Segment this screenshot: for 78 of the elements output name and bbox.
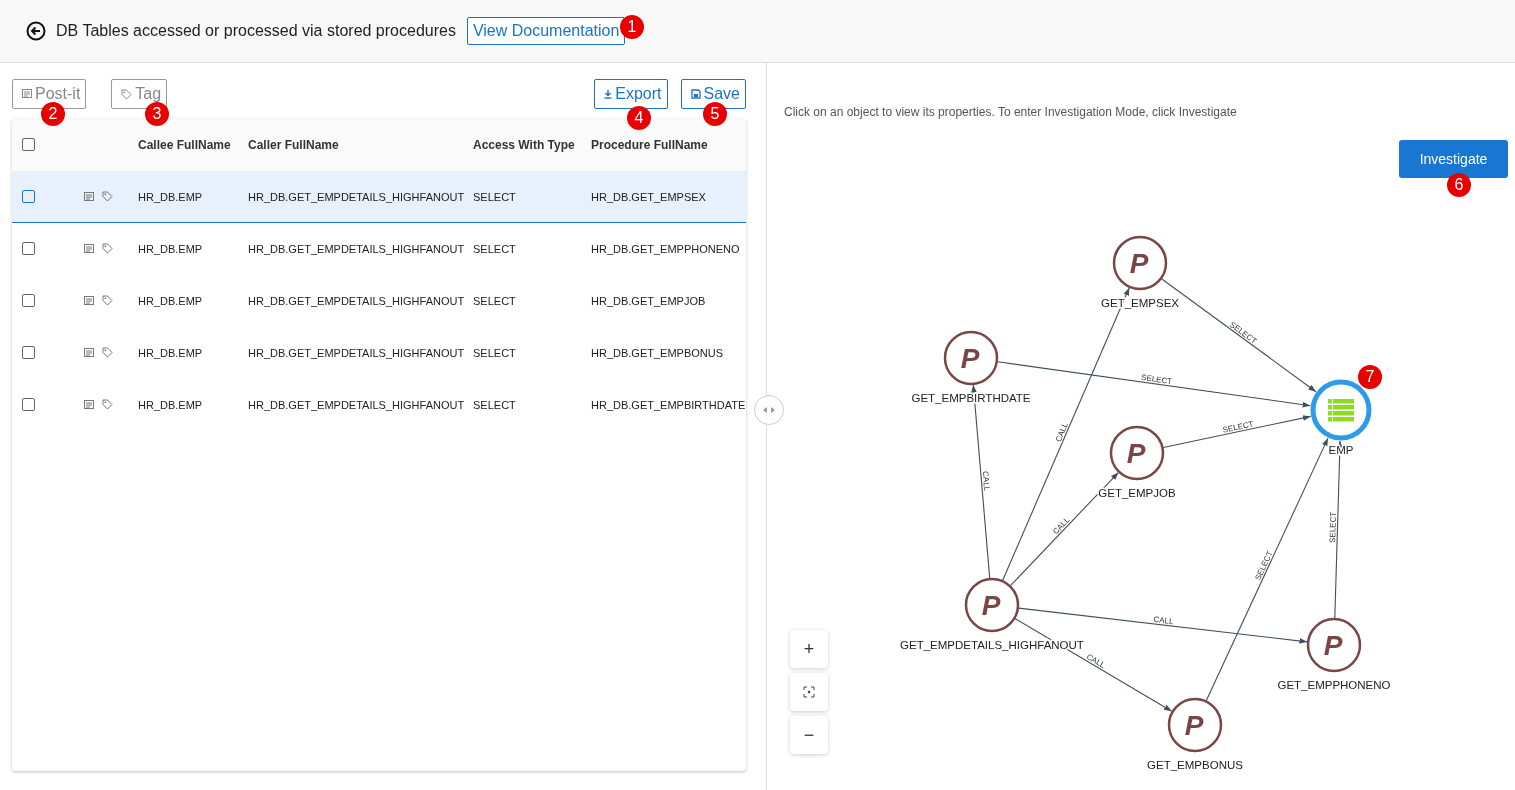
row-checkbox[interactable] [22, 190, 35, 203]
table-row[interactable]: HR_DB.EMP HR_DB.GET_EMPDETAILS_HIGHFANOUT SELECT HR_DB.GET_EMPJOB [12, 275, 746, 327]
hint-text: Click on an object to view its properties. To enter Investigation Mode, click Investigate [784, 105, 1237, 119]
table-cell-text: HR_DB.EMP [138, 242, 204, 255]
row-checkbox[interactable] [22, 242, 35, 255]
edge-label: SELECT [1328, 511, 1338, 544]
row-tag-icon[interactable] [102, 347, 113, 358]
page-title: DB Tables accessed or processed via stored procedures [56, 22, 456, 40]
table-cell-text: HR_DB.GET_EMPBONUS [591, 346, 725, 359]
edge-label: CALL [980, 470, 992, 492]
table-cell-text: HR_DB.EMP [138, 346, 204, 359]
procedure-node-icon[interactable]: P [964, 577, 1020, 633]
callout-marker: 6 [1447, 173, 1471, 197]
download-icon [604, 89, 613, 99]
export-button[interactable]: Export [594, 79, 668, 109]
table-cell-text: HR_DB.EMP [138, 398, 204, 411]
procedure-node-icon[interactable]: P [1167, 697, 1223, 753]
row-tag-icon[interactable] [102, 295, 113, 306]
row-note-icon[interactable] [84, 399, 94, 410]
table-cell-text: HR_DB.GET_EMPDETAILS_HIGHFANOUT [248, 294, 466, 307]
edge-label: CALL [1053, 421, 1070, 444]
fit-view-button[interactable] [790, 673, 828, 711]
row-tag-icon[interactable] [102, 191, 113, 202]
table-cell-text: HR_DB.GET_EMPJOB [591, 294, 707, 307]
row-checkbox[interactable] [22, 346, 35, 359]
procedure-node-icon[interactable]: P [1109, 425, 1165, 481]
edge-label: SELECT [1140, 372, 1173, 387]
table-cell-text: HR_DB.GET_EMPDETAILS_HIGHFANOUT [248, 190, 466, 203]
row-note-icon[interactable] [84, 191, 94, 202]
node-label: GET_EMPJOB [1098, 487, 1176, 499]
table-cell-text: HR_DB.GET_EMPDETAILS_HIGHFANOUT [248, 242, 466, 255]
row-tag-icon[interactable] [102, 399, 113, 410]
table-cell-text: SELECT [473, 242, 517, 255]
investigate-button[interactable]: Investigate [1399, 140, 1508, 178]
column-header[interactable]: Procedure FullName [591, 137, 746, 152]
table-cell: HR_DB.GET_EMPBIRTHDATE [591, 398, 746, 411]
procedure-node-icon[interactable]: P [1112, 235, 1168, 291]
table-cell-text: SELECT [473, 346, 517, 359]
focus-icon [803, 686, 815, 698]
row-checkbox[interactable] [22, 294, 35, 307]
row-note-icon[interactable] [84, 243, 94, 254]
row-note-icon[interactable] [84, 347, 94, 358]
table-cell-text: HR_DB.GET_EMPDETAILS_HIGHFANOUT [248, 398, 466, 411]
edge-label: CALL [1153, 614, 1174, 627]
table-cell-text: HR_DB.GET_EMPPHONENO [591, 242, 741, 255]
column-header[interactable]: Access With Type [473, 137, 591, 152]
callout-marker: 7 [1358, 365, 1382, 389]
procedure-node-icon[interactable]: P [943, 330, 999, 386]
zoom-in-button[interactable]: + [790, 630, 828, 668]
column-header[interactable]: Callee FullName [138, 137, 248, 152]
table-cell-text: SELECT [473, 294, 517, 307]
table-cell-text: HR_DB.EMP [138, 190, 204, 203]
edge-label: SELECT [1221, 419, 1255, 435]
table-cell-text: HR_DB.GET_EMPSEX [591, 190, 707, 203]
column-header[interactable]: Caller FullName [248, 137, 473, 152]
table-row[interactable]: HR_DB.EMP HR_DB.GET_EMPDETAILS_HIGHFANOUT SELECT HR_DB.GET_EMPBONUS [12, 327, 746, 379]
note-icon [22, 89, 32, 99]
row-note-icon[interactable] [84, 295, 94, 306]
zoom-out-button[interactable]: − [790, 716, 828, 754]
row-tag-icon[interactable] [102, 243, 113, 254]
tag-icon [121, 88, 133, 100]
select-all-checkbox[interactable] [22, 138, 35, 151]
procedure-node-icon[interactable]: P [1306, 617, 1362, 673]
node-label: GET_EMPBONUS [1147, 759, 1243, 771]
table-row[interactable]: HR_DB.EMP HR_DB.GET_EMPDETAILS_HIGHFANOUT SELECT HR_DB.GET_EMPBIRTHDATE [12, 379, 746, 431]
table-cell-text: HR_DB.EMP [138, 294, 204, 307]
table-cell-text: SELECT [473, 398, 517, 411]
table-row[interactable]: HR_DB.EMP HR_DB.GET_EMPDETAILS_HIGHFANOUT SELECT HR_DB.GET_EMPSEX [12, 171, 746, 223]
left-right-arrows-icon [763, 407, 775, 413]
save-icon [690, 89, 701, 99]
row-checkbox[interactable] [22, 398, 35, 411]
back-icon[interactable] [26, 21, 46, 41]
node-label: GET_EMPPHONENO [1277, 679, 1391, 691]
table-row[interactable]: HR_DB.EMP HR_DB.GET_EMPDETAILS_HIGHFANOUT SELECT HR_DB.GET_EMPPHONENO [12, 223, 746, 275]
panel-resize-handle[interactable] [754, 395, 784, 425]
table-cell-text: SELECT [473, 190, 517, 203]
documentation-link[interactable]: View Documentation [466, 17, 626, 45]
table-cell-text: HR_DB.GET_EMPDETAILS_HIGHFANOUT [248, 346, 466, 359]
